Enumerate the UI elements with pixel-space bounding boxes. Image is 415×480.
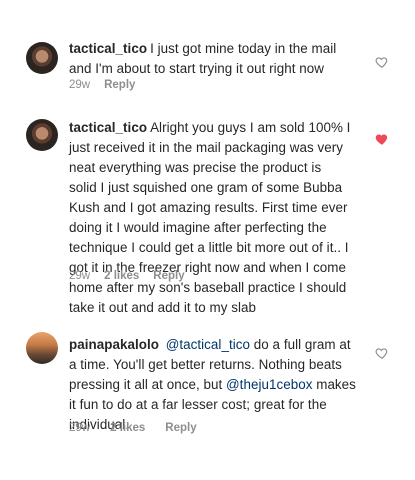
comment-meta: 29w 2 likes Reply xyxy=(69,422,197,434)
likes-count[interactable]: 2 likes xyxy=(110,422,145,434)
heart-filled-icon[interactable] xyxy=(375,132,389,146)
heart-outline-icon[interactable] xyxy=(375,346,389,360)
username[interactable]: tactical_tico xyxy=(69,120,147,135)
timestamp: 29w xyxy=(69,270,91,282)
reply-button[interactable]: Reply xyxy=(153,270,184,282)
mention-link[interactable]: @theju1cebox xyxy=(226,377,312,392)
likes-count[interactable]: 2 likes xyxy=(104,270,139,282)
comment-text: tactical_tico I just got mine today in th… xyxy=(69,39,351,79)
comment-meta: 29w 2 likes Reply xyxy=(69,270,185,282)
reply-button[interactable]: Reply xyxy=(104,79,135,91)
heart-outline-icon[interactable] xyxy=(375,55,389,69)
avatar[interactable] xyxy=(26,42,58,74)
comment-text: painapakalolo @tactical_tico do a full g… xyxy=(69,335,359,435)
reply-button[interactable]: Reply xyxy=(165,422,196,434)
avatar[interactable] xyxy=(26,332,58,364)
mention-link[interactable]: @tactical_tico xyxy=(166,337,250,352)
avatar[interactable] xyxy=(26,119,58,151)
comment-body: Alright you guys I am sold 100% I just r… xyxy=(69,120,351,315)
username[interactable]: painapakalolo xyxy=(69,337,159,352)
comment-meta: 29w Reply xyxy=(69,79,135,91)
comment-text: tactical_tico Alright you guys I am sold … xyxy=(69,118,351,318)
timestamp: 29w xyxy=(69,422,91,434)
timestamp: 29w xyxy=(69,79,91,91)
username[interactable]: tactical_tico xyxy=(69,41,147,56)
